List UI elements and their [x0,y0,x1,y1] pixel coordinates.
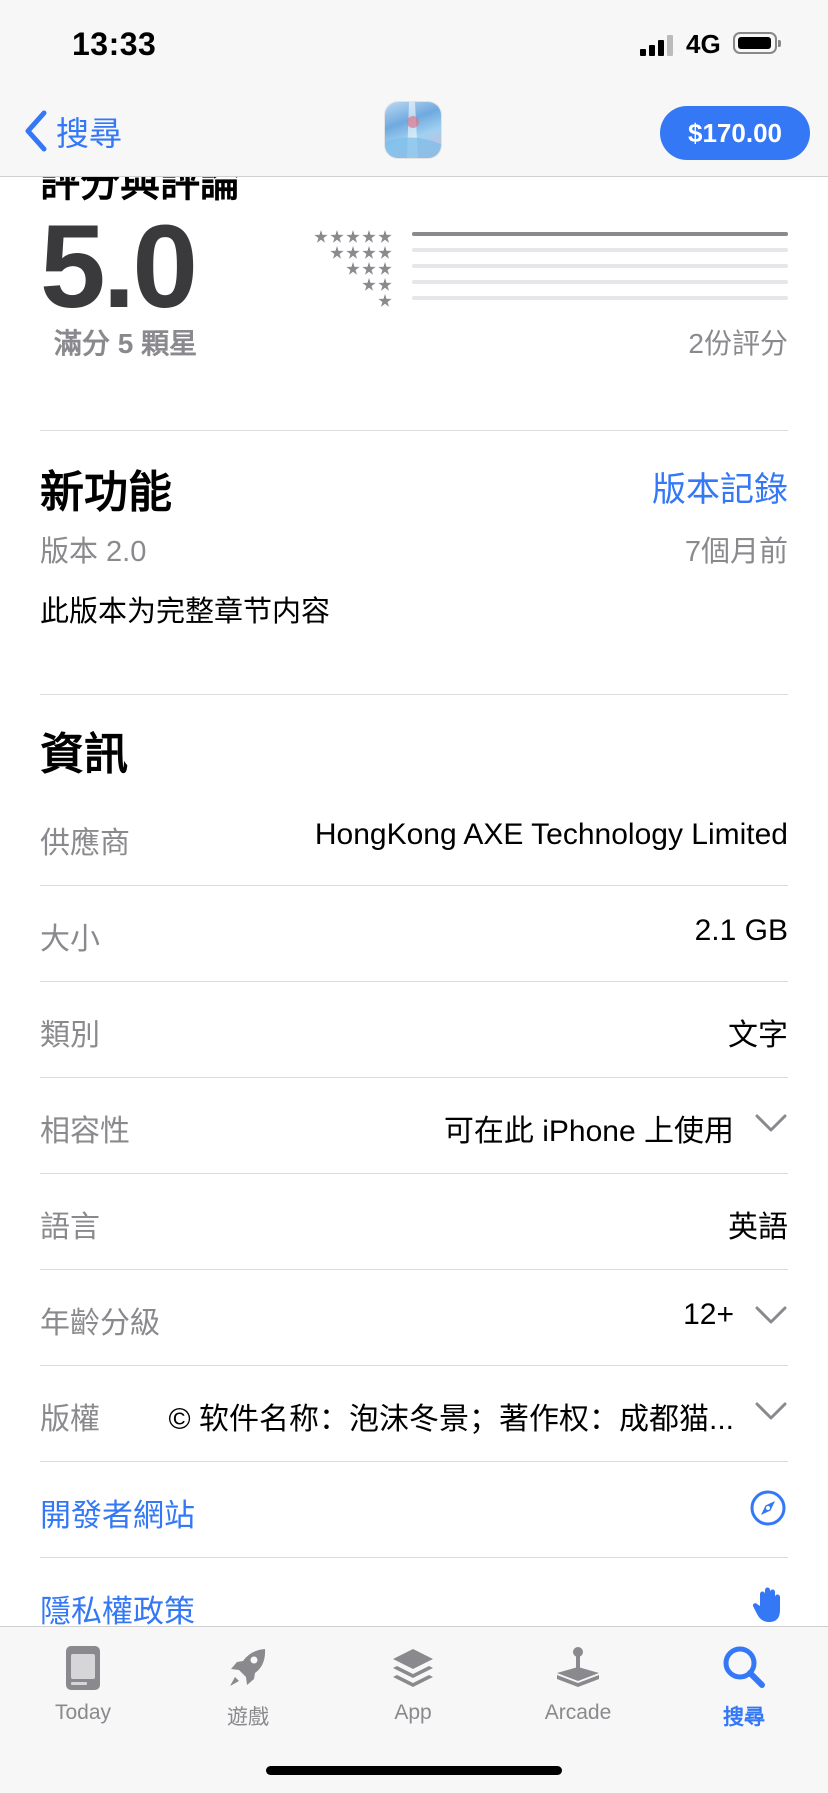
star-icon [346,230,360,243]
privacy-policy-label[interactable]: 隱私權政策 [40,1586,195,1631]
star-label-3 [344,262,392,276]
info-value: 可在此 iPhone 上使用 [443,1115,734,1148]
info-value: 12+ [683,1298,734,1331]
star-label-5 [312,230,392,244]
star-icon [330,230,344,243]
tab-label: 搜尋 [723,1706,765,1729]
average-rating: 5.0 [40,201,198,333]
tab-search[interactable]: 搜尋 [679,1641,809,1741]
network-type: 4G [686,29,721,59]
rating-bar-3 [412,264,788,268]
battery-icon [733,32,781,54]
info-label: 供應商 [40,827,130,860]
info-title: 資訊 [40,730,128,779]
layers-icon [393,1649,433,1687]
hand-icon [752,1587,780,1622]
version-label: 版本 2.0 [40,536,147,568]
star-icon [330,246,344,259]
star-icon [346,262,360,275]
star-icon [378,278,392,291]
release-notes: 此版本为完整章节内容 [40,596,331,628]
navigation-bar: 搜尋 $170.00 [0,92,828,177]
info-row-compatibility[interactable]: 相容性 可在此 iPhone 上使用 [40,1078,788,1174]
star-label-4 [328,246,392,260]
tab-today[interactable]: Today [18,1641,148,1741]
info-label: 大小 [40,923,100,956]
star-icon [378,262,392,275]
tab-label: Today [54,1701,112,1724]
tab-label: Arcade [544,1701,612,1724]
rating-bar-2 [412,280,788,284]
tab-label: App [394,1701,432,1724]
star-icon [362,278,376,291]
back-label: 搜尋 [56,115,122,152]
info-value: HongKong AXE Technology Limited [314,818,788,851]
rating-bar-1 [412,296,788,300]
tab-apps[interactable]: App [348,1641,478,1741]
star-icon [378,294,392,307]
chevron-left-icon [25,110,47,152]
today-icon [66,1646,100,1690]
rating-bar-fill [412,232,788,236]
info-row-copyright[interactable]: 版權 © 软件名称：泡沫冬景；著作权：成都猫... [40,1366,788,1462]
info-label: 語言 [40,1211,100,1244]
signal-icon [640,34,676,56]
rating-bar-4 [412,248,788,252]
tab-arcade[interactable]: Arcade [513,1641,643,1741]
rating-bar-5 [412,232,788,236]
app-icon [385,102,441,158]
divider [40,430,788,431]
star-icon [378,230,392,243]
star-icon [346,246,360,259]
search-icon [723,1646,765,1688]
chevron-down-icon[interactable] [754,1400,788,1422]
status-time: 13:33 [72,26,157,62]
star-icon [378,246,392,259]
info-row-size: 大小 2.1 GB [40,886,788,982]
chevron-down-icon[interactable] [754,1112,788,1134]
info-value: © 软件名称：泡沫冬景；著作权：成都猫... [168,1403,734,1436]
info-value: 2.1 GB [694,914,788,947]
developer-website-link[interactable]: 開發者網站 [40,1462,788,1558]
info-label: 相容性 [40,1115,130,1148]
developer-website-label[interactable]: 開發者網站 [40,1490,195,1535]
chevron-down-icon[interactable] [754,1304,788,1326]
info-label: 版權 [40,1403,100,1436]
rocket-icon [230,1649,266,1686]
star-label-1 [376,294,392,308]
info-value: 英語 [728,1211,788,1244]
tab-games[interactable]: 遊戲 [183,1641,313,1741]
info-row-age-rating[interactable]: 年齡分級 12+ [40,1270,788,1366]
version-history-link[interactable]: 版本記錄 [652,462,788,511]
back-button[interactable]: 搜尋 [22,106,122,156]
info-row-provider: 供應商 HongKong AXE Technology Limited [40,790,788,886]
price-button[interactable]: $170.00 [660,106,810,160]
info-row-language: 語言 英語 [40,1174,788,1270]
info-label: 類別 [40,1019,100,1052]
compass-icon [750,1490,786,1526]
joystick-icon [557,1647,599,1687]
rating-out-of: 滿分 5 顆星 [54,328,198,359]
status-bar: 13:33 4G [0,0,828,92]
info-value: 文字 [728,1019,788,1052]
info-row-category: 類別 文字 [40,982,788,1078]
info-label: 年齡分級 [40,1307,160,1340]
home-indicator [266,1766,562,1775]
rating-count: 2份評分 [688,328,788,359]
star-icon [362,262,376,275]
tab-label: 遊戲 [227,1706,269,1729]
star-icon [362,246,376,259]
star-icon [362,230,376,243]
star-icon [314,230,328,243]
divider [40,694,788,695]
release-date: 7個月前 [684,536,788,568]
whats-new-title: 新功能 [40,468,172,517]
star-label-2 [360,278,392,292]
